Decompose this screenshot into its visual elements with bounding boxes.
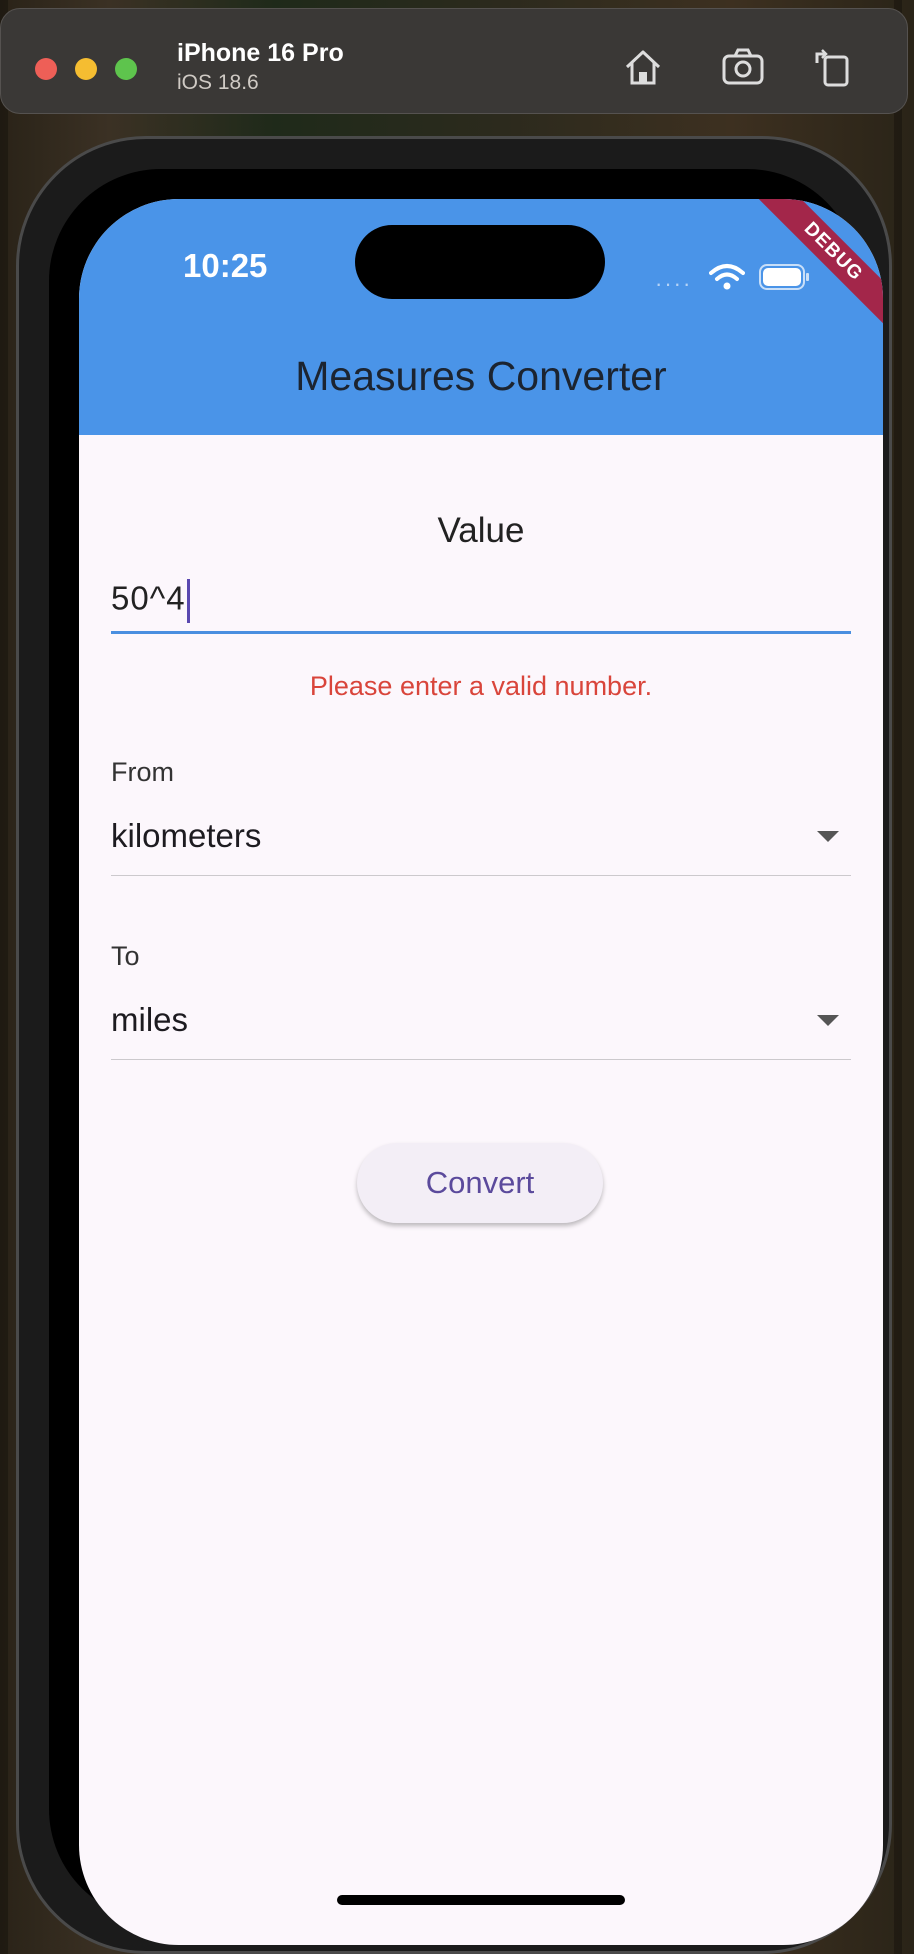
battery-icon bbox=[759, 264, 809, 290]
simulator-toolbar: iPhone 16 Pro iOS 18.6 bbox=[0, 8, 908, 114]
value-input-text: 50^4 bbox=[111, 579, 190, 623]
home-indicator[interactable] bbox=[337, 1895, 625, 1905]
text-cursor bbox=[186, 579, 190, 623]
dropdown-arrow-icon bbox=[817, 1015, 839, 1026]
convert-button[interactable]: Convert bbox=[357, 1143, 603, 1223]
device-name: iPhone 16 Pro bbox=[177, 39, 344, 67]
app-bar: 10:25 ···· DEBUG Measures Converter bbox=[79, 199, 883, 435]
value-label: Value bbox=[437, 511, 525, 550]
background-texture bbox=[0, 0, 8, 1954]
page-title: Measures Converter bbox=[295, 353, 667, 399]
cellular-signal-icon: ···· bbox=[655, 271, 693, 296]
dropdown-arrow-icon bbox=[817, 831, 839, 842]
from-label: From bbox=[111, 757, 174, 787]
to-unit-dropdown[interactable]: miles bbox=[111, 993, 851, 1060]
status-time: 10:25 bbox=[183, 247, 268, 284]
validation-error: Please enter a valid number. bbox=[309, 671, 653, 701]
wifi-icon bbox=[709, 264, 745, 290]
screenshot-icon[interactable] bbox=[721, 45, 765, 89]
to-label: To bbox=[111, 941, 140, 971]
home-icon[interactable] bbox=[621, 45, 665, 89]
from-unit-dropdown[interactable]: kilometers bbox=[111, 809, 851, 876]
from-unit-value: kilometers bbox=[111, 817, 262, 854]
close-window-button[interactable] bbox=[35, 58, 57, 80]
minimize-window-button[interactable] bbox=[75, 58, 97, 80]
phone-screen: 10:25 ···· DEBUG Measures Converter Valu… bbox=[79, 199, 883, 1945]
dynamic-island bbox=[355, 225, 605, 299]
device-os-version: iOS 18.6 bbox=[177, 71, 259, 94]
to-unit-value: miles bbox=[111, 1001, 189, 1038]
value-input[interactable]: 50^4 bbox=[111, 567, 851, 634]
zoom-window-button[interactable] bbox=[115, 58, 137, 80]
rotate-icon[interactable] bbox=[811, 45, 855, 89]
value-input-content: 50^4 bbox=[111, 579, 186, 617]
phone-bezel: 10:25 ···· DEBUG Measures Converter Valu… bbox=[49, 169, 883, 1945]
background-texture bbox=[894, 0, 902, 1954]
phone-frame: 10:25 ···· DEBUG Measures Converter Valu… bbox=[16, 136, 892, 1954]
